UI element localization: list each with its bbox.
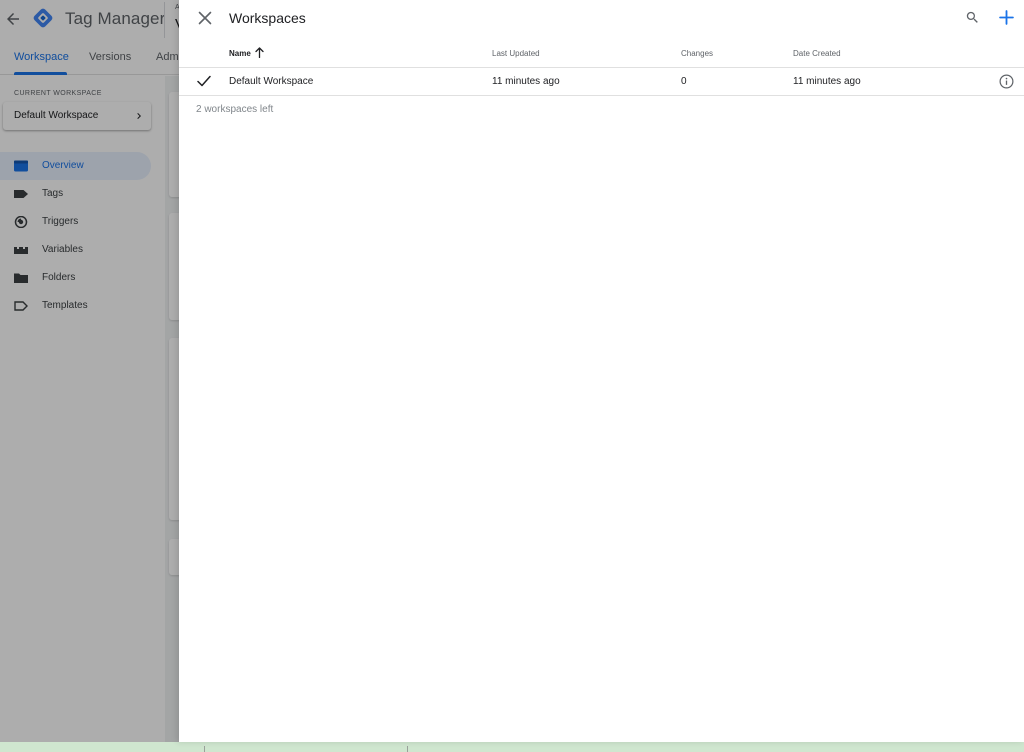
add-icon[interactable] — [999, 10, 1014, 25]
info-icon[interactable] — [999, 74, 1014, 89]
check-icon — [197, 75, 211, 87]
bottom-divider — [407, 746, 408, 752]
column-header-changes[interactable]: Changes — [681, 49, 713, 58]
bottom-strip — [0, 742, 1024, 752]
column-header-name[interactable]: Name — [229, 49, 251, 58]
workspace-name[interactable]: Default Workspace — [229, 76, 313, 87]
app-root: Tag Manager A V Workspace Versions Admi … — [0, 0, 1024, 752]
column-header-last-updated[interactable]: Last Updated — [492, 49, 540, 58]
table-row[interactable]: Default Workspace 11 minutes ago 0 11 mi… — [179, 68, 1024, 96]
workspaces-panel: Workspaces Name Last Updated Changes Dat… — [179, 0, 1024, 742]
table-header: Name Last Updated Changes Date Created — [179, 41, 1024, 68]
panel-title: Workspaces — [229, 10, 306, 26]
bottom-divider — [204, 746, 205, 752]
workspace-date-created: 11 minutes ago — [793, 76, 861, 87]
search-icon[interactable] — [965, 10, 980, 25]
workspaces-left-count: 2 workspaces left — [196, 104, 274, 115]
column-header-date-created[interactable]: Date Created — [793, 49, 841, 58]
workspace-last-updated: 11 minutes ago — [492, 76, 560, 87]
close-icon[interactable] — [198, 11, 212, 25]
sort-ascending-icon[interactable] — [255, 47, 264, 58]
workspace-changes: 0 — [681, 76, 687, 87]
